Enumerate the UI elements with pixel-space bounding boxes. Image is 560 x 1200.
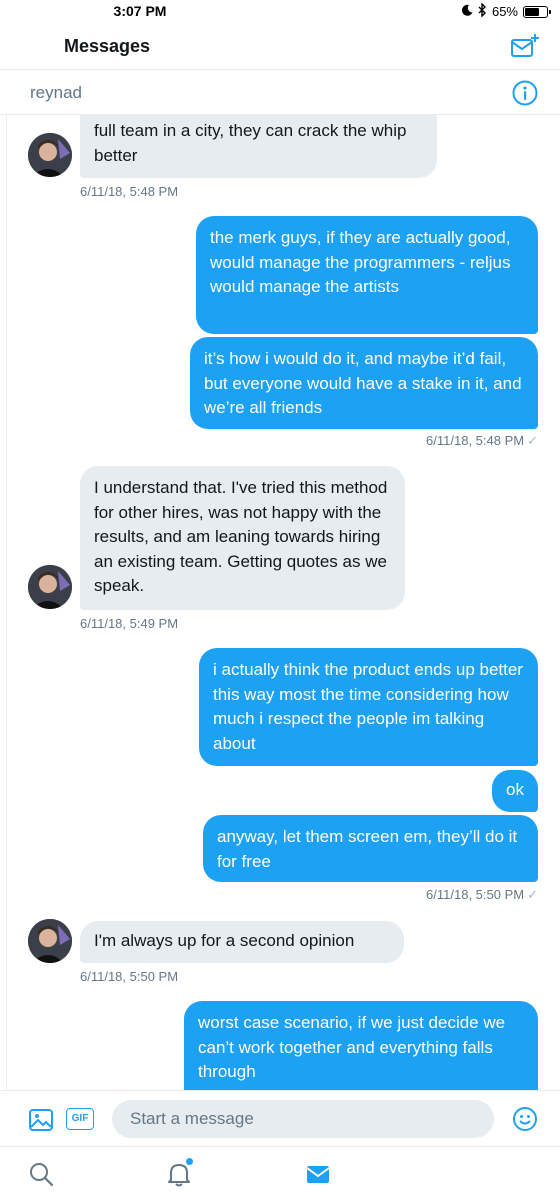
message-outgoing[interactable]: ok bbox=[492, 770, 538, 812]
message-incoming[interactable]: I understand that. I've tried this metho… bbox=[80, 466, 405, 610]
message-text: full team in a city, they can crack the … bbox=[94, 121, 407, 165]
tab-search[interactable] bbox=[27, 1160, 55, 1188]
compose-message-icon bbox=[511, 34, 539, 57]
message-timestamp: 6/11/18, 5:50 PM bbox=[80, 969, 179, 984]
message-input[interactable] bbox=[112, 1100, 494, 1138]
header: Messages bbox=[0, 24, 560, 70]
message-text: i actually think the product ends up bet… bbox=[213, 660, 523, 753]
battery-percent: 65% bbox=[491, 4, 518, 19]
tab-bar bbox=[0, 1146, 560, 1200]
status-bar: 3:07 PM 65% bbox=[0, 0, 560, 24]
avatar[interactable] bbox=[28, 919, 72, 963]
message-timestamp: 6/11/18, 5:49 PM bbox=[80, 616, 179, 631]
bluetooth-icon bbox=[478, 2, 487, 20]
timestamp-text: 6/11/18, 5:48 PM bbox=[426, 433, 525, 448]
message-text: ok bbox=[506, 780, 524, 799]
message-outgoing[interactable]: anyway, let them screen em, they’ll do i… bbox=[203, 815, 538, 882]
message-outgoing[interactable]: i actually think the product ends up bet… bbox=[199, 648, 538, 766]
search-icon bbox=[30, 1163, 54, 1187]
info-icon bbox=[512, 80, 538, 106]
smiley-icon bbox=[513, 1107, 537, 1131]
message-outgoing[interactable]: the merk guys, if they are actually good… bbox=[196, 216, 538, 334]
message-incoming[interactable]: full team in a city, they can crack the … bbox=[80, 115, 437, 178]
profile-photo bbox=[28, 133, 72, 177]
message-outgoing[interactable]: it’s how i would do it, and maybe it’d f… bbox=[190, 337, 538, 429]
add-photo-button[interactable] bbox=[28, 1107, 54, 1133]
page-title: Messages bbox=[64, 36, 151, 56]
battery-icon bbox=[523, 5, 551, 18]
message-text: the merk guys, if they are actually good… bbox=[210, 228, 511, 297]
message-timestamp: 6/11/18, 5:48 PM ✓ bbox=[426, 433, 538, 449]
message-text: worst case scenario, if we just decide w… bbox=[198, 1013, 506, 1082]
compose-message-button[interactable] bbox=[510, 32, 540, 62]
message-text: I'm always up for a second opinion bbox=[94, 931, 355, 950]
moon-icon bbox=[461, 4, 473, 19]
message-text: I understand that. I've tried this metho… bbox=[94, 478, 388, 596]
message-text: it’s how i would do it, and maybe it’d f… bbox=[204, 349, 522, 418]
envelope-icon bbox=[306, 1166, 330, 1183]
gif-button[interactable]: GIF bbox=[66, 1108, 94, 1130]
avatar[interactable] bbox=[28, 565, 72, 609]
message-timestamp: 6/11/18, 5:48 PM bbox=[80, 184, 179, 199]
tab-messages[interactable] bbox=[304, 1160, 332, 1188]
image-icon bbox=[29, 1109, 53, 1131]
profile-photo bbox=[28, 565, 72, 609]
status-time: 3:07 PM bbox=[113, 3, 167, 19]
sent-check-icon: ✓ bbox=[527, 433, 538, 448]
profile-photo bbox=[28, 919, 72, 963]
status-indicators: 65% bbox=[461, 2, 551, 20]
message-timestamp: 6/11/18, 5:50 PM ✓ bbox=[426, 887, 538, 903]
message-composer: GIF bbox=[0, 1090, 560, 1146]
conversation-name[interactable]: reynad bbox=[30, 83, 82, 103]
sent-check-icon: ✓ bbox=[527, 887, 538, 902]
message-incoming[interactable]: I'm always up for a second opinion bbox=[80, 921, 404, 963]
emoji-button[interactable] bbox=[512, 1106, 538, 1132]
timestamp-text: 6/11/18, 5:50 PM bbox=[426, 887, 525, 902]
message-outgoing[interactable]: worst case scenario, if we just decide w… bbox=[184, 1001, 538, 1090]
avatar[interactable] bbox=[28, 133, 72, 177]
tab-notifications[interactable] bbox=[165, 1158, 193, 1188]
battery-fill bbox=[525, 7, 539, 16]
message-text: anyway, let them screen em, they’ll do i… bbox=[217, 827, 518, 871]
conversation-header: reynad bbox=[0, 71, 560, 115]
conversation-info-button[interactable] bbox=[512, 80, 538, 106]
message-thread[interactable]: full team in a city, they can crack the … bbox=[0, 115, 560, 1090]
notification-dot bbox=[186, 1158, 193, 1165]
